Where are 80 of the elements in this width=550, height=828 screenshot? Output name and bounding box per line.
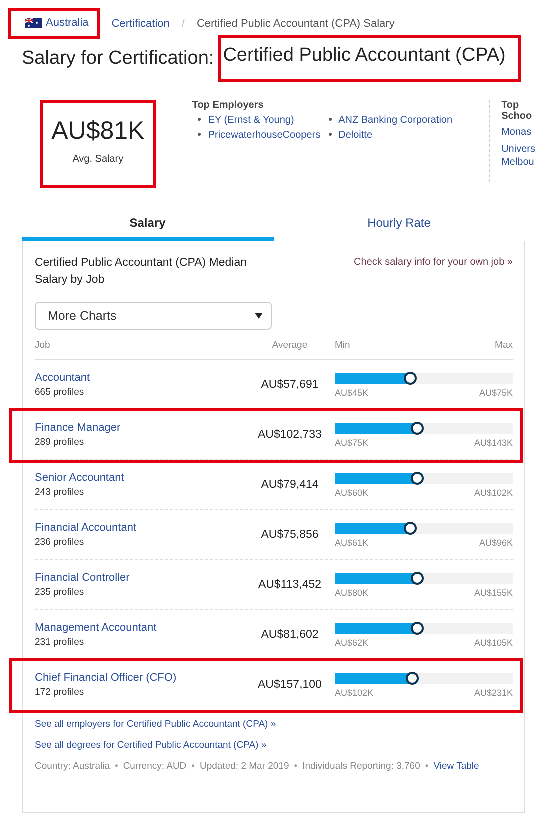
card-title: Certified Public Accountant (CPA) Median Salary by Job <box>35 256 248 288</box>
see-all-link[interactable]: See all employers for Certified Public Accountant (CPA) » <box>35 719 513 730</box>
range-min: AU$61K <box>335 538 369 548</box>
range-marker <box>410 422 424 435</box>
flag-icon <box>25 18 42 28</box>
range-marker <box>410 572 424 585</box>
range-marker <box>410 622 424 635</box>
profile-count: 231 profiles <box>35 637 86 648</box>
separator-dot: • <box>114 761 118 772</box>
separator-dot: • <box>425 761 429 772</box>
profile-count: 243 profiles <box>35 487 86 498</box>
range-max: AU$155K <box>474 588 513 598</box>
range-max: AU$105K <box>474 638 513 648</box>
range-min: AU$45K <box>335 388 369 398</box>
meta-info: Currency: AUD <box>123 761 187 772</box>
employer-link[interactable]: EY (Ernst & Young) <box>198 115 321 126</box>
range-max: AU$143K <box>474 438 513 448</box>
range-min: AU$80K <box>335 588 369 598</box>
job-link[interactable]: Financial Controller <box>35 572 245 584</box>
school-link[interactable]: Univers Melbou <box>502 143 540 169</box>
average-salary-label: Avg. Salary <box>72 154 124 165</box>
meta-info: Individuals Reporting: 3,760 <box>302 761 420 772</box>
range-min: AU$60K <box>335 488 369 498</box>
breadcrumb-link[interactable]: Certification <box>112 18 170 30</box>
meta-info: Country: Australia <box>35 761 110 772</box>
average-salary-cell-text: AU$81,602 <box>260 629 320 642</box>
average-salary-cell-text: AU$102,733 <box>257 429 323 442</box>
range-max: AU$96K <box>479 538 513 548</box>
employer-link[interactable]: ANZ Banking Corporation <box>328 115 453 126</box>
range-marker <box>404 372 417 385</box>
check-salary-link[interactable]: Check salary info for your own job » <box>354 257 513 268</box>
breadcrumb-separator: / <box>182 18 185 30</box>
charts-dropdown[interactable]: More Charts <box>35 302 272 330</box>
job-link[interactable]: Chief Financial Officer (CFO) <box>35 672 245 684</box>
tab[interactable]: Hourly Rate <box>274 212 525 241</box>
job-link[interactable]: Accountant <box>35 372 245 384</box>
job-link[interactable]: Finance Manager <box>35 422 245 434</box>
separator-dot: • <box>294 761 298 772</box>
certification-name: Certified Public Accountant (CPA) <box>218 35 521 82</box>
range-marker <box>410 472 424 485</box>
profile-count: 665 profiles <box>35 387 86 398</box>
meta-info: Updated: 2 Mar 2019 <box>200 761 290 772</box>
separator-dot: • <box>192 761 195 772</box>
breadcrumb-current: Certified Public Accountant (CPA) Salary <box>196 18 395 30</box>
range-min: AU$102K <box>335 688 374 698</box>
section-heading: Top Schoo <box>502 100 534 122</box>
range-min: AU$62K <box>335 638 369 648</box>
view-table-link[interactable]: View Table <box>434 761 480 772</box>
breadcrumb-link[interactable]: Australia <box>46 17 89 29</box>
range-max: AU$102K <box>474 488 513 498</box>
average-salary: AU$81K <box>52 117 145 146</box>
job-link[interactable]: Senior Accountant <box>35 472 245 484</box>
column-header: Min <box>335 340 352 352</box>
column-header: Average <box>271 340 309 352</box>
employer-link[interactable]: PricewaterhouseCoopers <box>198 130 321 141</box>
job-link[interactable]: Management Accountant <box>35 622 245 634</box>
average-salary-cell-text: AU$79,414 <box>260 479 320 492</box>
profile-count: 172 profiles <box>35 687 86 698</box>
range-max: AU$75K <box>479 388 513 398</box>
range-max: AU$231K <box>474 688 513 698</box>
section-heading: Top Employers <box>192 100 265 111</box>
column-header: Max <box>495 340 513 352</box>
range-marker <box>406 672 419 685</box>
school-link[interactable]: Monas <box>502 126 540 139</box>
see-all-link[interactable]: See all degrees for Certified Public Accountant (CPA) » <box>35 740 513 752</box>
average-salary-cell-text: AU$157,100 <box>257 679 323 692</box>
profile-count: 236 profiles <box>35 537 86 548</box>
job-link[interactable]: Financial Accountant <box>35 522 245 534</box>
profile-count: 235 profiles <box>35 587 86 598</box>
employer-link[interactable]: Deloitte <box>328 130 453 141</box>
page-title: Salary for Certification: <box>22 48 216 70</box>
average-salary-cell-text: AU$113,452 <box>257 579 323 592</box>
caret-icon <box>255 313 263 320</box>
range-marker <box>404 522 417 535</box>
column-header: Job <box>35 340 52 352</box>
tab[interactable]: Salary <box>22 212 274 241</box>
average-salary-cell-text: AU$57,691 <box>260 379 320 392</box>
average-salary-cell-text: AU$75,856 <box>260 529 320 542</box>
profile-count: 289 profiles <box>35 437 86 448</box>
range-min: AU$75K <box>335 438 369 448</box>
